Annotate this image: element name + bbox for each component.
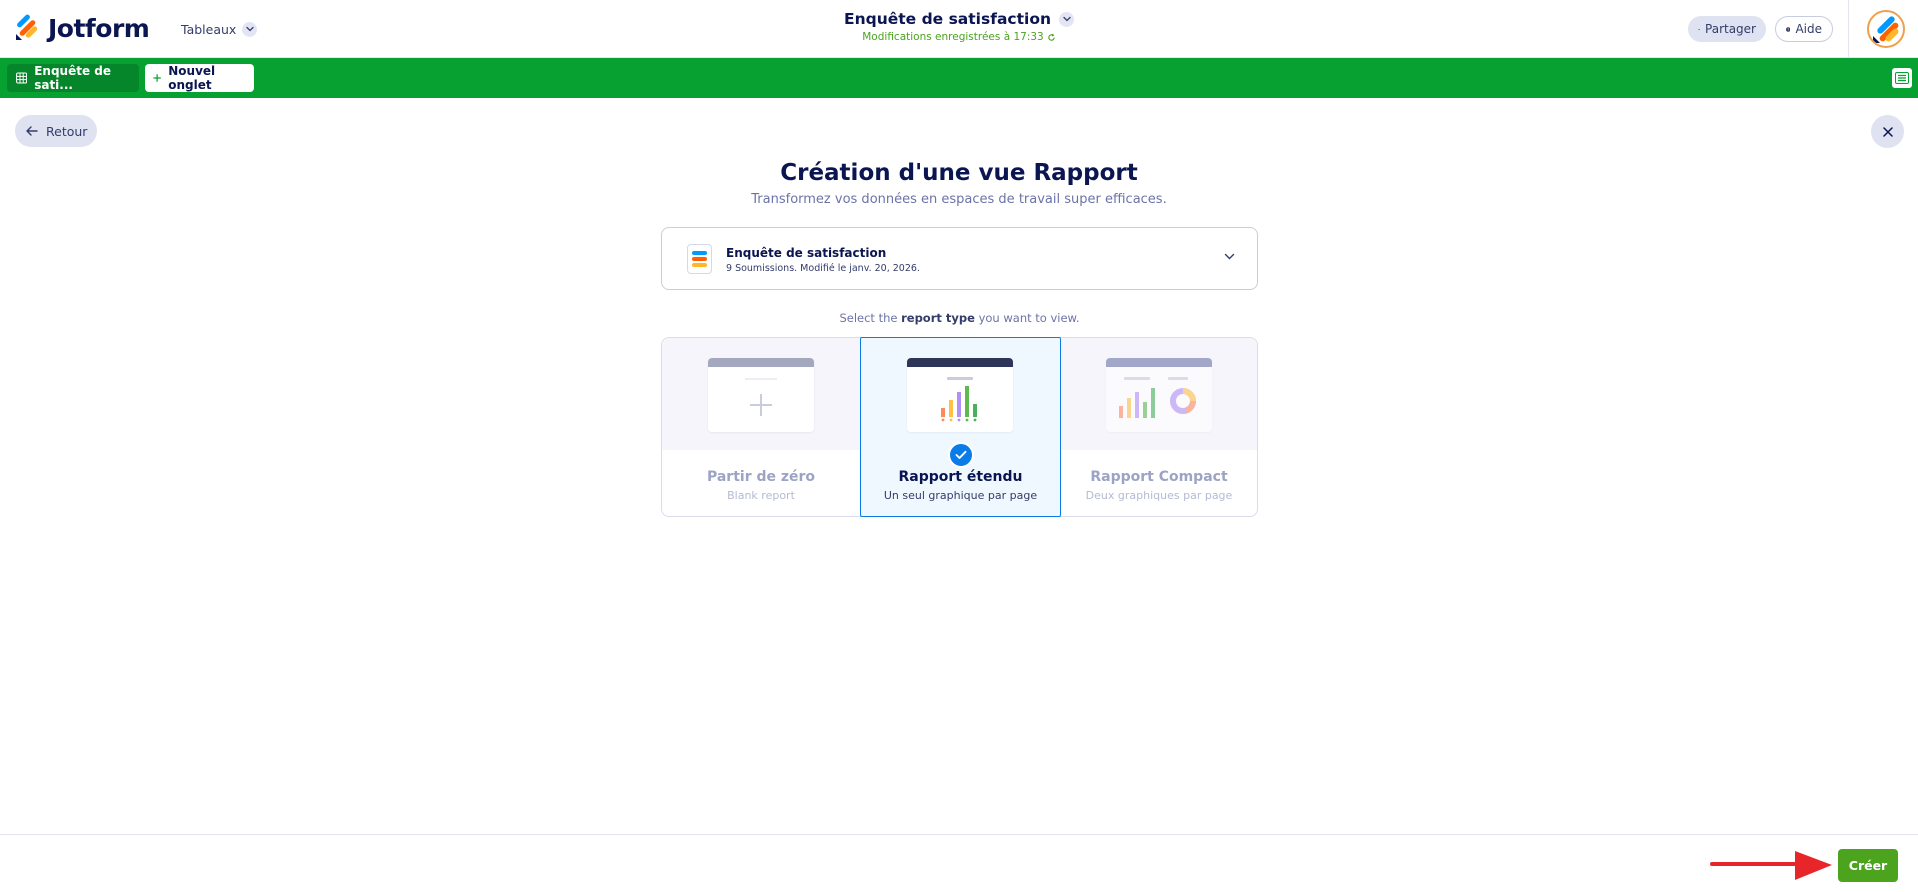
report-type-blank[interactable]: Partir de zéro Blank report (662, 338, 860, 516)
form-title: Enquête de satisfaction (843, 10, 1052, 28)
share-arrow-icon (1698, 28, 1700, 30)
arrow-left-icon (26, 126, 38, 136)
chevron-down-icon (242, 21, 258, 37)
form-title-dropdown[interactable]: Enquête de satisfaction (843, 10, 1075, 28)
tab-bar: Enquête de sati... Nouvel onglet (0, 58, 1918, 98)
close-icon (1882, 126, 1893, 137)
help-button[interactable]: Aide (1775, 16, 1833, 42)
new-tab-button[interactable]: Nouvel onglet (145, 64, 254, 92)
report-type-name: Rapport étendu (898, 469, 1023, 485)
save-status: Modifications enregistrées à 17:33 (760, 31, 1158, 43)
form-icon (687, 244, 712, 274)
footer-divider (0, 834, 1918, 835)
report-type-preview (1061, 338, 1257, 450)
tables-dropdown[interactable]: Tableaux (181, 18, 258, 40)
refresh-icon (1048, 33, 1055, 41)
compact-report-thumbnail (1106, 358, 1212, 432)
share-button[interactable]: Partager (1688, 16, 1766, 42)
report-type-name: Partir de zéro (706, 469, 816, 485)
selected-check-icon (948, 442, 974, 468)
back-label: Retour (46, 123, 88, 139)
report-type-desc: Blank report (727, 489, 795, 502)
tab-label: Enquête de sati... (34, 64, 111, 92)
report-type-preview (861, 338, 1060, 450)
report-type-desc: Deux graphiques par page (1085, 489, 1233, 502)
create-button[interactable]: Créer (1838, 849, 1898, 882)
plus-icon (750, 394, 772, 416)
logo-text: Jotform (48, 13, 150, 43)
page-subtitle: Transformez vos données en espaces de tr… (751, 192, 1167, 207)
prompt-text-bold: report type (901, 311, 975, 325)
report-type-preview (662, 338, 860, 450)
tab-satisfaction-survey[interactable]: Enquête de sati... (7, 64, 139, 92)
jotform-logo-icon (16, 14, 38, 40)
help-label: Aide (1795, 22, 1822, 36)
blank-report-thumbnail (708, 358, 814, 432)
report-type-name: Rapport Compact (1090, 469, 1228, 485)
avatar[interactable] (1867, 10, 1905, 48)
bar-chart-icon (941, 386, 977, 422)
list-menu-button[interactable] (1892, 68, 1912, 88)
share-label: Partager (1705, 22, 1756, 36)
top-header: Jotform Tableaux Enquête de satisfaction… (0, 0, 1918, 58)
tables-label: Tableaux (181, 21, 237, 37)
help-icon (1786, 26, 1791, 32)
table-icon (16, 72, 28, 84)
new-tab-label: Nouvel onglet (168, 64, 216, 92)
form-selector-meta: 9 Soumissions. Modifié le janv. 20, 2026… (726, 263, 920, 274)
close-button[interactable] (1871, 115, 1904, 148)
report-type-extended[interactable]: Rapport étendu Un seul graphique par pag… (860, 337, 1061, 517)
page-title: Création d'une vue Rapport (780, 160, 1138, 186)
report-type-compact[interactable]: Rapport Compact Deux graphiques par page (1061, 338, 1257, 516)
prompt-text-after: you want to view. (974, 311, 1080, 325)
red-arrow-annotation (1710, 851, 1832, 880)
bar-chart-icon (1119, 388, 1155, 418)
form-title-area: Enquête de satisfaction Modifications en… (760, 9, 1158, 43)
donut-chart-icon (1170, 388, 1196, 414)
plus-icon (153, 74, 161, 82)
extended-report-thumbnail (907, 358, 1013, 432)
report-type-desc: Un seul graphique par page (883, 489, 1038, 502)
save-status-text: Modifications enregistrées à 17:33 (862, 31, 1044, 43)
chevron-down-icon (1224, 253, 1235, 260)
header-divider (1848, 0, 1849, 58)
back-button[interactable]: Retour (15, 115, 97, 147)
list-menu-icon (1895, 72, 1909, 84)
report-type-selector: Partir de zéro Blank report Rapport éten… (661, 337, 1258, 517)
prompt-text-before: Select the (839, 311, 902, 325)
form-selector-name: Enquête de satisfaction (726, 246, 887, 260)
chevron-down-icon (1059, 11, 1075, 27)
report-type-prompt: Select the report type you want to view. (661, 311, 1258, 325)
jotform-logo[interactable]: Jotform (14, 13, 150, 43)
form-selector[interactable]: Enquête de satisfaction 9 Soumissions. M… (661, 227, 1258, 290)
